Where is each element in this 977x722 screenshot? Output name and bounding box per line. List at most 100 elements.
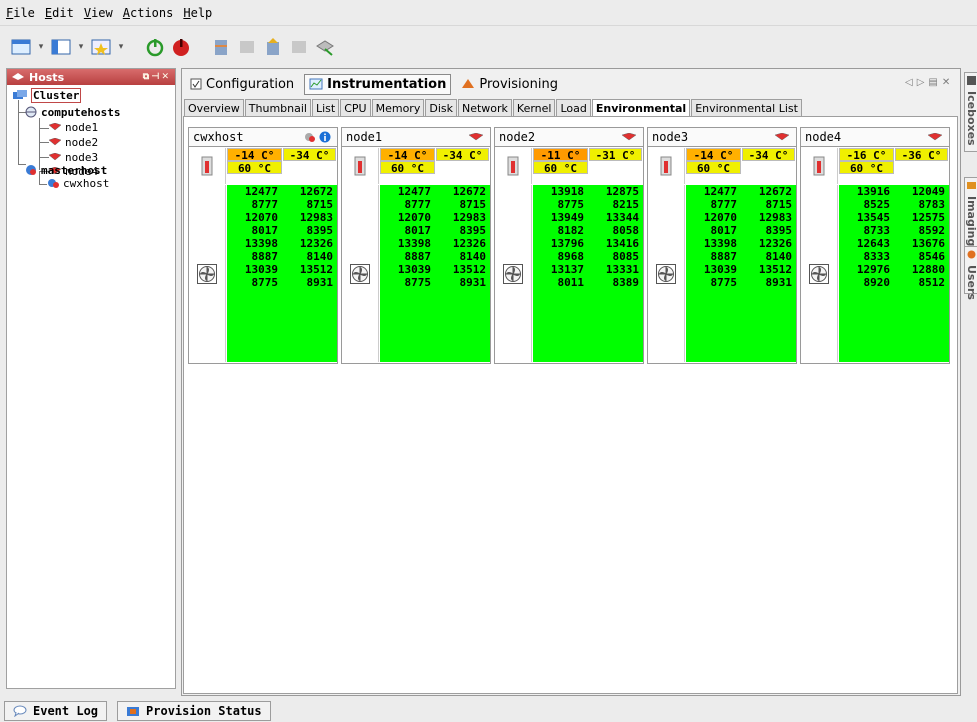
event-log-tab[interactable]: Event Log	[4, 701, 108, 721]
temperature-value: 60 °C	[839, 161, 894, 175]
tree-item-masterhost[interactable]: masterhost	[24, 164, 107, 177]
host-card[interactable]: node2 -11 C° -31 C° 60 °C 13918 8775 13949 8182…	[494, 127, 644, 364]
subtab-cpu[interactable]: CPU	[340, 99, 371, 116]
tab-instrumentation[interactable]: Instrumentation	[304, 73, 452, 95]
fan-speed-value: 12477	[703, 185, 737, 198]
temperature-block: -14 C° -34 C° 60 °C	[189, 148, 337, 184]
menu-file[interactable]: File	[6, 6, 35, 20]
tree-label-node: node3	[65, 150, 99, 164]
fan-speed-column: 13916 8525 13545 8733 12643 8333 12976 8920	[839, 185, 894, 362]
fan-speed-value: 13039	[244, 263, 278, 276]
fan-speed-value: 12875	[605, 185, 639, 198]
host-card[interactable]: cwxhost -14 C° -34 C° 60 °C 12477 8777 12070 80…	[188, 127, 338, 364]
new-window-icon[interactable]	[10, 36, 32, 58]
fan-speed-column: 12049 8783 12575 8592 13676 8546 12880 8512	[894, 185, 949, 362]
host-icon	[12, 73, 24, 80]
subtab-disk[interactable]: Disk	[425, 99, 457, 116]
chevron-down-icon[interactable]: ▾	[36, 42, 46, 52]
fan-speed-value: 8017	[710, 224, 738, 237]
provision-status-tab[interactable]: Provision Status	[117, 701, 271, 721]
subtab-overview[interactable]: Overview	[184, 99, 244, 116]
fan-speed-value: 8715	[765, 198, 793, 211]
subtab-kernel[interactable]: Kernel	[512, 99, 556, 116]
subtab-list[interactable]: List	[311, 99, 340, 116]
tree-item-node2[interactable]: node2	[48, 136, 98, 149]
fan-speed-value: 12070	[244, 211, 278, 224]
subtab-load[interactable]: Load	[556, 99, 591, 116]
speech-bubble-icon	[13, 705, 27, 717]
tree-item-computehosts[interactable]: computehosts	[24, 105, 121, 119]
database-icon[interactable]	[210, 36, 232, 58]
chevron-down-icon[interactable]: ▾	[76, 42, 86, 52]
fan-speed-value: 8887	[251, 250, 279, 263]
bottom-bar: Event Log Provision Status	[0, 700, 977, 722]
fan-speed-value: 8715	[459, 198, 487, 211]
side-tab-iceboxes[interactable]: Iceboxes	[964, 72, 977, 152]
fan-icon	[495, 185, 532, 362]
node-icon	[48, 138, 62, 146]
fan-speed-value: 8182	[557, 224, 585, 237]
temperature-value: -11 C°	[533, 148, 588, 162]
fan-speed-value: 12672	[299, 185, 333, 198]
subtab-memory[interactable]: Memory	[371, 99, 425, 116]
tab-provisioning[interactable]: Provisioning	[457, 75, 562, 94]
chevron-down-icon[interactable]: ▾	[116, 42, 126, 52]
host-status-icon	[621, 133, 637, 141]
fan-speed-value: 8395	[459, 224, 487, 237]
host-card-header: node3	[648, 128, 796, 147]
fan-icon	[648, 185, 685, 362]
tab-label: Configuration	[206, 76, 295, 92]
tree-item-node1[interactable]: node1	[48, 121, 98, 134]
fan-speed-value: 13676	[911, 237, 945, 250]
tab-configuration[interactable]: Configuration	[186, 75, 298, 94]
hosts-panel-header: Hosts ⧉⊣✕	[7, 69, 175, 85]
fan-speed-value: 12070	[703, 211, 737, 224]
subtab-network[interactable]: Network	[457, 99, 512, 116]
hosts-panel-title: Hosts	[29, 70, 65, 84]
menu-help[interactable]: Help	[183, 6, 212, 20]
tree-label-computehosts: computehosts	[41, 105, 121, 119]
panel-window-controls-icon[interactable]: ⧉⊣✕	[143, 72, 171, 82]
power-off-icon[interactable]	[170, 36, 192, 58]
temperature-value: 60 °C	[227, 161, 282, 175]
favorites-icon[interactable]	[90, 36, 112, 58]
imaging-icon	[967, 182, 976, 189]
fan-speed-value: 13918	[550, 185, 584, 198]
menu-edit[interactable]: Edit	[45, 6, 74, 20]
node-icon	[621, 133, 637, 141]
layout-icon[interactable]	[50, 36, 72, 58]
host-wizard-icon[interactable]	[314, 36, 336, 58]
fan-speed-value: 8775	[557, 198, 585, 211]
view-tabs: Configuration Instrumentation Provisioni…	[186, 73, 562, 95]
tree-item-node3[interactable]: node3	[48, 150, 99, 164]
host-status-icon	[468, 133, 484, 141]
host-card[interactable]: node4 -16 C° -36 C° 60 °C 13916 8525 13545 8733…	[800, 127, 950, 364]
fan-speed-column: 12477 8777 12070 8017 13398 8887 13039 8775	[380, 185, 435, 362]
subtab-environmental-list[interactable]: Environmental List	[691, 99, 802, 116]
tree-item-cluster[interactable]: Cluster	[12, 87, 82, 103]
host-card-header: node2	[495, 128, 643, 147]
fan-speed-value: 13137	[550, 263, 584, 276]
fan-speed-value: 8395	[765, 224, 793, 237]
power-on-icon[interactable]	[144, 36, 166, 58]
tree-item-cwxhost[interactable]: cwxhost	[46, 177, 109, 190]
side-tab-users[interactable]: Users	[964, 246, 977, 300]
host-card[interactable]: node3 -14 C° -34 C° 60 °C 12477 8777 12070 8017…	[647, 127, 797, 364]
side-tab-imaging[interactable]: Imaging	[964, 177, 977, 251]
fan-speed-value: 13398	[703, 237, 737, 250]
panel-nav-controls-icon[interactable]: ◁▷▤✕	[905, 77, 954, 88]
host-card[interactable]: node1 -14 C° -34 C° 60 °C 12477 8777 12070 8017…	[341, 127, 491, 364]
fan-speed-value: 8931	[306, 276, 334, 289]
menu-actions[interactable]: Actions	[123, 6, 174, 20]
subtab-environmental[interactable]: Environmental	[591, 99, 691, 116]
fan-speed-value: 8389	[612, 276, 640, 289]
subtab-thumbnail[interactable]: Thumbnail	[244, 99, 311, 116]
menu-view[interactable]: View	[84, 6, 113, 20]
upload-icon[interactable]	[262, 36, 284, 58]
fan-speed-value: 12983	[452, 211, 486, 224]
temperature-value: -34 C°	[283, 148, 336, 162]
fan-speed-value: 8775	[710, 276, 738, 289]
chart-icon	[309, 78, 323, 90]
fan-speed-value: 8715	[306, 198, 334, 211]
fan-speed-value: 13416	[605, 237, 639, 250]
